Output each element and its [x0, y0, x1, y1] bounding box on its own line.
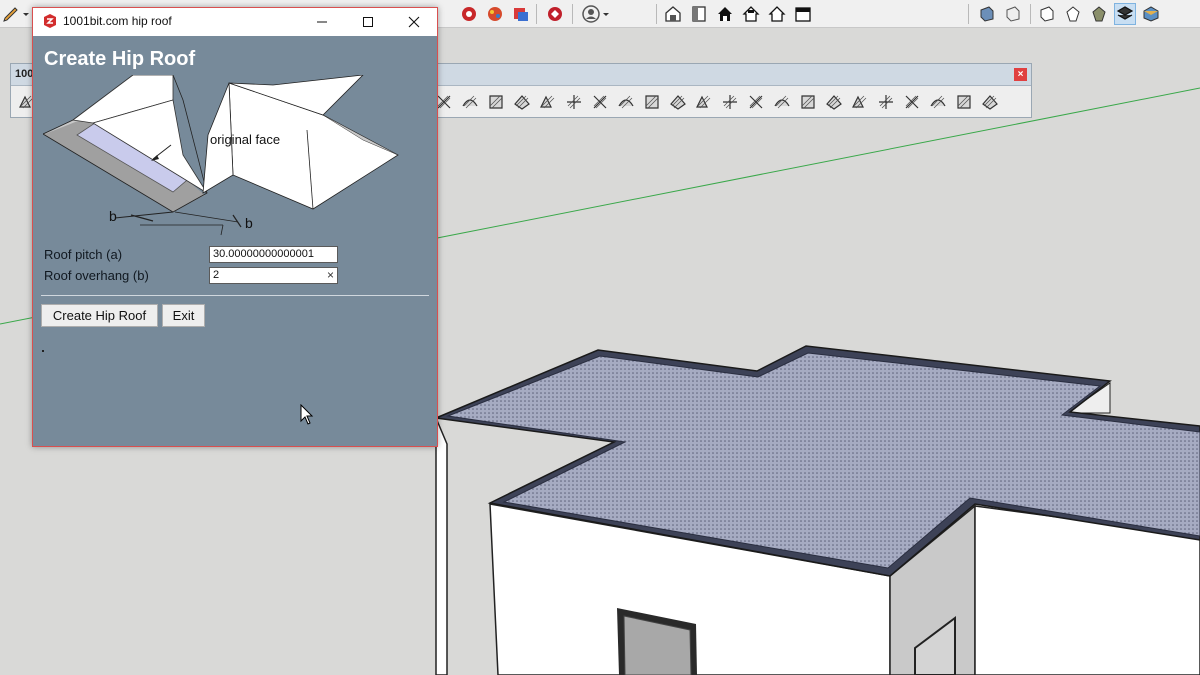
- tool-icon-16[interactable]: [772, 92, 792, 112]
- pencil-icon[interactable]: [0, 3, 22, 25]
- dialog-title: 1001bit.com hip roof: [63, 14, 172, 28]
- tool-icon-10[interactable]: [616, 92, 636, 112]
- house-icon[interactable]: [714, 3, 736, 25]
- ruby-icon[interactable]: [544, 3, 566, 25]
- tool-icon-17[interactable]: [798, 92, 818, 112]
- close-icon[interactable]: ×: [1014, 68, 1027, 81]
- house-simple-icon[interactable]: [766, 3, 788, 25]
- storage-icon[interactable]: [792, 3, 814, 25]
- roof-pitch-label: Roof pitch (a): [44, 247, 123, 262]
- close-button[interactable]: [391, 8, 437, 36]
- dialog-heading: Create Hip Roof: [44, 48, 196, 70]
- extension-icon[interactable]: [688, 3, 710, 25]
- tool-icon-24[interactable]: [980, 92, 1000, 112]
- tool-icon-12[interactable]: [668, 92, 688, 112]
- divider: [41, 295, 429, 296]
- close-icon: [408, 16, 420, 28]
- floating-toolbar-title: 100: [15, 68, 34, 80]
- roof-pitch-value: 30.00000000000001: [213, 248, 314, 260]
- dialog-titlebar[interactable]: 1001bit.com hip roof: [33, 8, 437, 36]
- warehouse-3d-icon[interactable]: [662, 3, 684, 25]
- roof-overhang-value: 2: [213, 269, 220, 281]
- shaded-style-icon[interactable]: [1114, 3, 1136, 25]
- hip-roof-dialog: 1001bit.com hip roof Create Hip Roof ori…: [32, 7, 438, 447]
- roof-overhang-input[interactable]: 2 ×: [209, 267, 338, 284]
- create-hip-roof-button[interactable]: Create Hip Roof: [41, 304, 158, 327]
- account-icon[interactable]: [580, 3, 602, 25]
- tool-icon-8[interactable]: [564, 92, 584, 112]
- iso-view-icon[interactable]: [976, 3, 998, 25]
- layer-red-icon[interactable]: [510, 3, 532, 25]
- component-red-icon[interactable]: [458, 3, 480, 25]
- tool-icon-5[interactable]: [486, 92, 506, 112]
- front-view-icon[interactable]: [1036, 3, 1058, 25]
- tool-icon-11[interactable]: [642, 92, 662, 112]
- mouse-cursor-icon: [300, 404, 314, 425]
- chevron-down-icon[interactable]: [600, 3, 612, 25]
- hip-roof-diagram: original face b b: [43, 75, 399, 236]
- diagram-label-b-left: b: [109, 208, 117, 224]
- tool-icon-23[interactable]: [954, 92, 974, 112]
- tool-icon-13[interactable]: [694, 92, 714, 112]
- right-view-icon[interactable]: [1062, 3, 1084, 25]
- clear-input-icon[interactable]: ×: [327, 268, 334, 282]
- building-wall-left: [435, 417, 448, 675]
- dialog-status-dot: [42, 350, 44, 352]
- minimize-icon: [317, 21, 327, 23]
- exit-button[interactable]: Exit: [162, 304, 205, 327]
- roof-overhang-label: Roof overhang (b): [44, 268, 149, 283]
- tool-icon-21[interactable]: [902, 92, 922, 112]
- back-view-icon[interactable]: [1088, 3, 1110, 25]
- tool-icon-20[interactable]: [876, 92, 896, 112]
- maximize-icon: [363, 17, 373, 27]
- tool-icon-4[interactable]: [460, 92, 480, 112]
- textured-style-icon[interactable]: [1140, 3, 1162, 25]
- top-view-icon[interactable]: [1002, 3, 1024, 25]
- tool-icon-7[interactable]: [538, 92, 558, 112]
- chevron-down-icon[interactable]: [20, 3, 32, 25]
- minimize-button[interactable]: [299, 8, 345, 36]
- tool-icon-15[interactable]: [746, 92, 766, 112]
- tool-icon-9[interactable]: [590, 92, 610, 112]
- tool-icon-18[interactable]: [824, 92, 844, 112]
- diagram-label-original-face: original face: [210, 132, 280, 147]
- tool-icon-6[interactable]: [512, 92, 532, 112]
- sketchup-app-icon: [44, 14, 56, 28]
- maximize-button[interactable]: [345, 8, 391, 36]
- house-outline-icon[interactable]: [740, 3, 762, 25]
- tool-icon-22[interactable]: [928, 92, 948, 112]
- roof-pitch-input[interactable]: 30.00000000000001: [209, 246, 338, 263]
- tool-icon-19[interactable]: [850, 92, 870, 112]
- diagram-label-b-right: b: [245, 215, 253, 231]
- component-multi-icon[interactable]: [484, 3, 506, 25]
- tool-icon-14[interactable]: [720, 92, 740, 112]
